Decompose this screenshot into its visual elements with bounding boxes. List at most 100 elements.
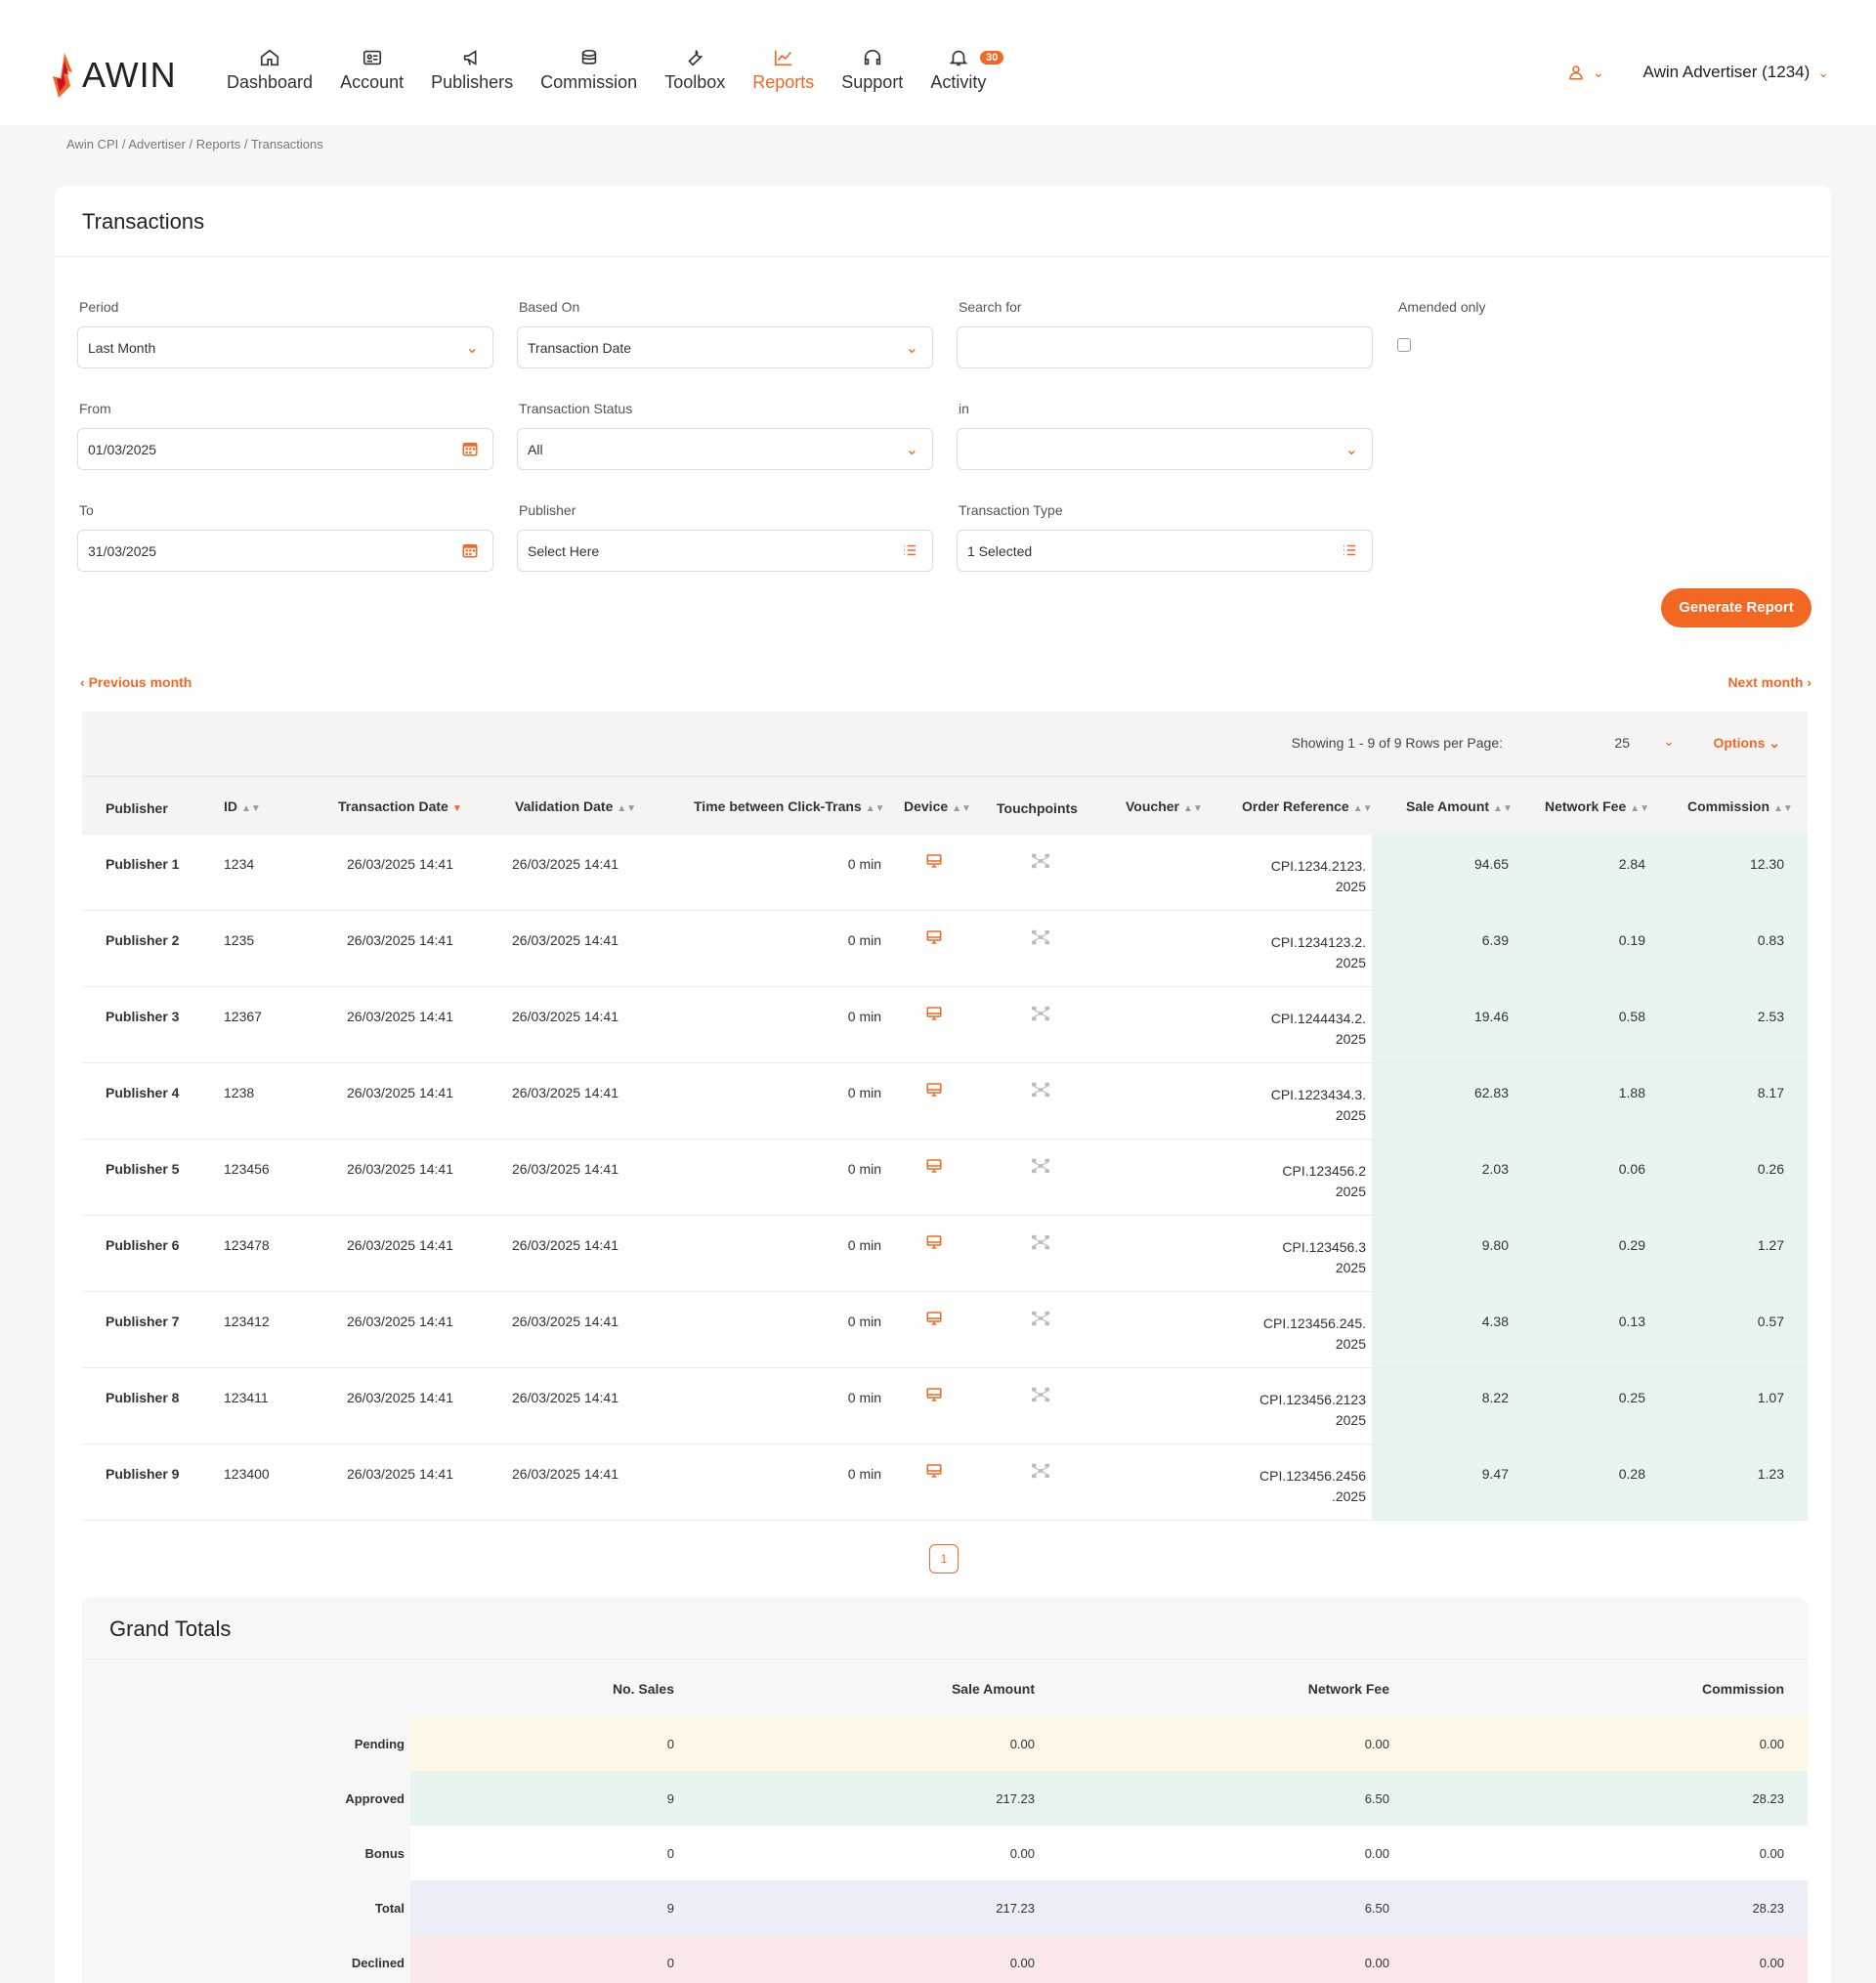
col-sale-amount[interactable]: Sale Amount ▲▼ <box>1406 798 1513 814</box>
col-commission[interactable]: Commission ▲▼ <box>1687 798 1793 814</box>
cell-order-reference: CPI.123456.245. 2025 <box>1263 1314 1366 1355</box>
account-selector[interactable]: Awin Advertiser (1234) ⌄ <box>1643 63 1829 82</box>
touchpoints-icon[interactable] <box>1030 928 1051 949</box>
to-date-input[interactable]: 31/03/2025 <box>77 530 493 572</box>
nav-label: Reports <box>752 72 815 92</box>
touchpoints-icon[interactable] <box>1030 852 1051 873</box>
col-ref-label: Order Reference <box>1242 798 1349 814</box>
sort-icon: ▲▼ <box>865 803 885 814</box>
status-select[interactable]: All ⌄ <box>517 428 933 470</box>
table-row[interactable]: Publisher 7 123412 26/03/2025 14:41 26/03/2… <box>82 1292 1808 1368</box>
calendar-icon[interactable] <box>461 440 479 462</box>
cell-publisher: Publisher 1 <box>106 856 180 872</box>
grand-total-values: 9 217.23 6.50 28.23 <box>410 1880 1808 1935</box>
order-reference-line-1: CPI.1234123.2. <box>1270 934 1366 950</box>
id-card-icon <box>340 47 404 72</box>
col-publisher: Publisher <box>106 800 168 816</box>
col-network-fee[interactable]: Network Fee ▲▼ <box>1545 798 1649 814</box>
nav-activity[interactable]: 30 Activity <box>917 47 1004 93</box>
touchpoints-icon[interactable] <box>1030 1157 1051 1178</box>
nav-support[interactable]: Support <box>828 47 917 93</box>
col-vdate-label: Validation Date <box>515 798 614 814</box>
table-row[interactable]: Publisher 6 123478 26/03/2025 14:41 26/03/2… <box>82 1216 1808 1292</box>
col-id[interactable]: ID ▲▼ <box>224 798 261 814</box>
amended-checkbox[interactable] <box>1397 338 1411 352</box>
grand-total-values: 0 0.00 0.00 0.00 <box>410 1826 1808 1880</box>
cell-sale: 19.46 <box>1473 1009 1509 1024</box>
table-row[interactable]: Publisher 9 123400 26/03/2025 14:41 26/03/2… <box>82 1444 1808 1521</box>
table-row[interactable]: Publisher 2 1235 26/03/2025 14:41 26/03/202… <box>82 911 1808 987</box>
touchpoints-icon[interactable] <box>1030 1462 1051 1483</box>
publisher-select[interactable]: Select Here <box>517 530 933 572</box>
col-order-reference[interactable]: Order Reference ▲▼ <box>1242 798 1373 814</box>
table-row[interactable]: Publisher 5 123456 26/03/2025 14:41 26/03/2… <box>82 1140 1808 1216</box>
gt-cell-sale: 0.00 <box>1009 1846 1035 1861</box>
cell-vdate: 26/03/2025 14:41 <box>512 932 618 948</box>
in-select[interactable]: ⌄ <box>957 428 1373 470</box>
grand-totals-title: Grand Totals <box>109 1617 232 1641</box>
nav-commission[interactable]: Commission <box>527 47 651 93</box>
table-row[interactable]: Publisher 3 12367 26/03/2025 14:41 26/03/20… <box>82 987 1808 1063</box>
gt-cell-sale: 217.23 <box>996 1791 1035 1806</box>
options-dropdown[interactable]: Options ⌄ <box>1713 735 1780 752</box>
based-on-select[interactable]: Transaction Date ⌄ <box>517 326 933 368</box>
cell-vdate: 26/03/2025 14:41 <box>512 1085 618 1100</box>
touchpoints-icon[interactable] <box>1030 1386 1051 1406</box>
touchpoints-icon[interactable] <box>1030 1005 1051 1025</box>
cell-commission: 0.26 <box>1757 1161 1784 1177</box>
cell-id: 123478 <box>224 1237 270 1253</box>
cell-publisher: Publisher 6 <box>106 1237 180 1253</box>
col-device[interactable]: Device ▲▼ <box>904 798 971 814</box>
cell-order-reference: CPI.1244434.2. 2025 <box>1271 1009 1366 1050</box>
gt-col-sales: No. Sales <box>612 1681 674 1697</box>
previous-month-link[interactable]: ‹ Previous month <box>80 674 192 690</box>
cell-tdate: 26/03/2025 14:41 <box>347 1009 453 1024</box>
col-voucher[interactable]: Voucher ▲▼ <box>1126 798 1203 814</box>
calendar-icon[interactable] <box>461 541 479 564</box>
cell-sale: 6.39 <box>1481 932 1509 948</box>
chevron-down-icon[interactable]: ⌄ <box>1663 733 1675 750</box>
grand-totals-header: Grand Totals <box>82 1597 1808 1660</box>
touchpoints-icon[interactable] <box>1030 1081 1051 1101</box>
gt-cell-sales: 0 <box>666 1846 674 1861</box>
col-touchpoints: Touchpoints <box>997 800 1078 816</box>
sort-icon: ▲▼ <box>1493 803 1513 814</box>
table-row[interactable]: Publisher 4 1238 26/03/2025 14:41 26/03/202… <box>82 1063 1808 1140</box>
from-date-input[interactable]: 01/03/2025 <box>77 428 493 470</box>
touchpoints-icon[interactable] <box>1030 1233 1051 1254</box>
nav-dashboard[interactable]: Dashboard <box>213 47 326 93</box>
bell-icon <box>930 47 986 72</box>
user-menu[interactable]: ⌄ <box>1567 64 1604 81</box>
col-time-between[interactable]: Time between Click-Trans ▲▼ <box>694 798 885 814</box>
order-reference-line-2: 2025 <box>1335 955 1366 970</box>
col-sale-label: Sale Amount <box>1406 798 1490 814</box>
nav-label: Toolbox <box>664 72 726 92</box>
touchpoints-icon[interactable] <box>1030 1310 1051 1330</box>
table-row[interactable]: Publisher 1 1234 26/03/2025 14:41 26/03/202… <box>82 835 1808 911</box>
chevron-down-icon: ⌄ <box>465 340 479 357</box>
type-select[interactable]: 1 Selected <box>957 530 1373 572</box>
col-validation-date[interactable]: Validation Date ▲▼ <box>515 798 636 814</box>
page-1-button[interactable]: 1 <box>929 1544 959 1573</box>
cell-sale: 62.83 <box>1473 1085 1509 1100</box>
nav-account[interactable]: Account <box>326 47 417 93</box>
nav-toolbox[interactable]: Toolbox <box>651 47 739 93</box>
cell-fee: 0.29 <box>1618 1237 1645 1253</box>
rows-per-page-select[interactable]: 25 <box>1614 735 1630 751</box>
nav-publishers[interactable]: Publishers <box>417 47 527 93</box>
nav-label: Activity <box>930 72 987 92</box>
grand-totals-body: Pending 0 0.00 0.00 0.00 Approved 9 217.23 6.50 2… <box>82 1716 1808 1983</box>
generate-report-button[interactable]: Generate Report <box>1661 588 1812 627</box>
cell-time: 0 min <box>847 1390 881 1405</box>
order-reference-line-2: 2025 <box>1335 879 1366 894</box>
search-input[interactable] <box>957 326 1373 368</box>
desktop-icon <box>925 1005 943 1025</box>
table-row[interactable]: Publisher 8 123411 26/03/2025 14:41 26/03/2… <box>82 1368 1808 1444</box>
col-transaction-date[interactable]: Transaction Date ▼ <box>338 798 462 814</box>
next-month-link[interactable]: Next month › <box>1727 674 1812 690</box>
awin-logo[interactable]: AWIN <box>51 49 177 102</box>
cell-commission: 1.23 <box>1757 1466 1784 1482</box>
nav-reports[interactable]: Reports <box>739 47 828 93</box>
period-select[interactable]: Last Month ⌄ <box>77 326 493 368</box>
gt-cell-sales: 0 <box>666 1956 674 1970</box>
